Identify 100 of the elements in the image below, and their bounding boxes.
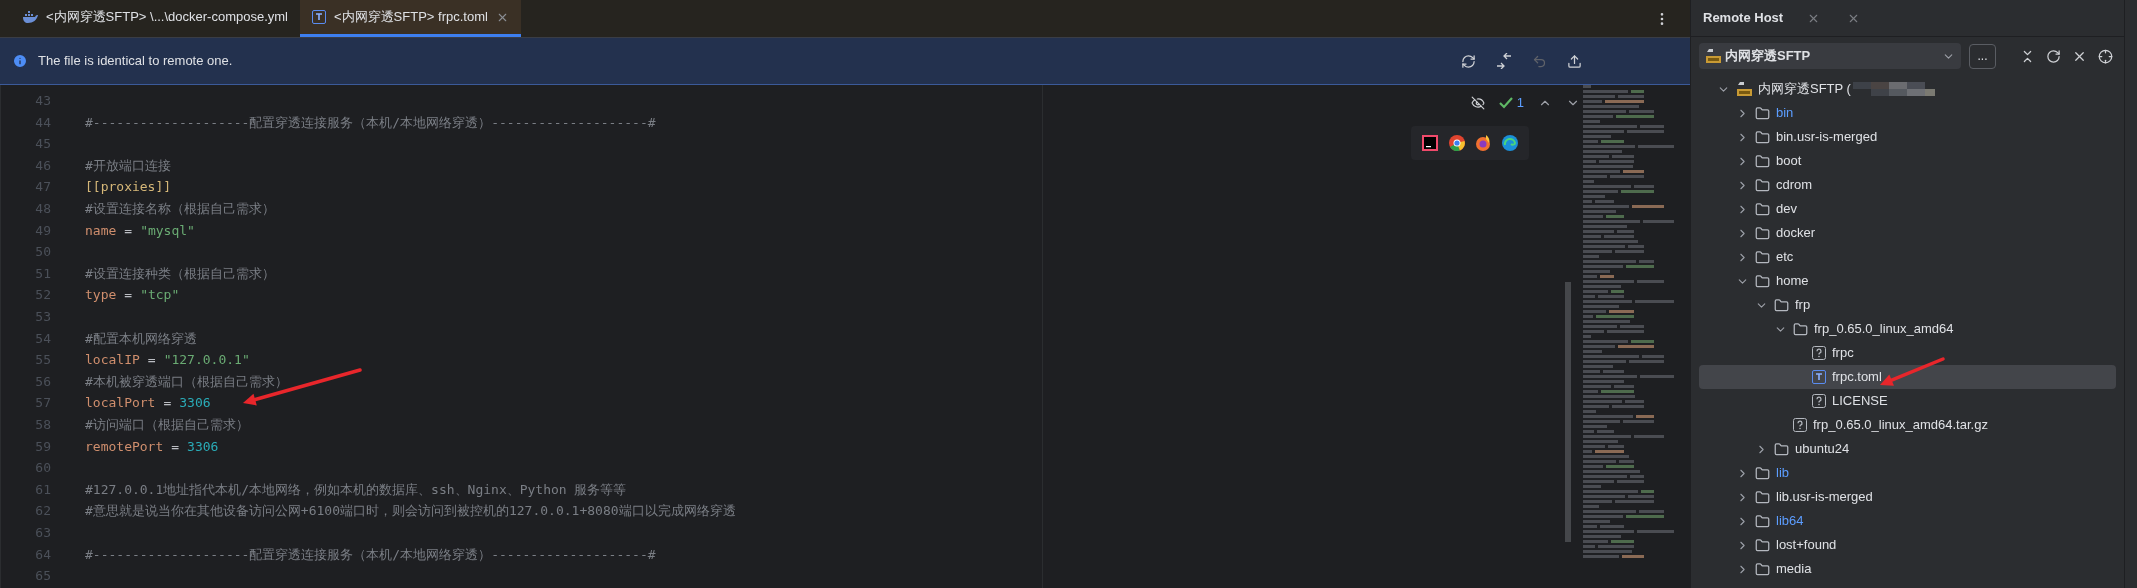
folder-icon [1755, 513, 1770, 529]
tree-row[interactable]: lib.usr-is-merged [1699, 485, 2116, 509]
folder-icon [1755, 249, 1770, 265]
folder-icon [1755, 225, 1770, 241]
tree-row[interactable]: frpc [1699, 341, 2116, 365]
refresh-icon[interactable] [2046, 48, 2061, 64]
tree-row[interactable]: frpc.toml [1699, 365, 2116, 389]
code-key: name [85, 220, 117, 241]
whale-icon [22, 10, 38, 24]
code-comment: #127.0.0.1地址指代本机/本地网络，例如本机的数据库、ssh、Nginx、Python 服务等等 [85, 480, 627, 499]
code-key: localIP [85, 350, 140, 370]
tree-row[interactable]: 内网穿透SFTP ( [1699, 77, 2116, 101]
tree-row[interactable]: LICENSE [1699, 389, 2116, 413]
code-operator: = [163, 394, 172, 413]
folder-icon [1755, 129, 1770, 145]
tree-row[interactable]: home [1699, 269, 2116, 293]
tree-item-label[interactable]: dev [1776, 199, 1797, 219]
check-icon[interactable] [1498, 96, 1513, 109]
folder-icon [1755, 465, 1770, 481]
tree-row[interactable]: ubuntu24 [1699, 437, 2116, 461]
folder-icon [1755, 153, 1770, 169]
tree-item-label[interactable]: lib.usr-is-merged [1776, 487, 1873, 507]
code-key: type [85, 285, 117, 305]
tree-item-label[interactable]: frp [1795, 295, 1811, 315]
code-comment: #开放端口连接 [85, 156, 171, 175]
code-section: [[proxies]] [85, 177, 172, 197]
server-dropdown[interactable]: 内网穿透SFTP [1699, 43, 1961, 69]
folder-icon [1755, 201, 1770, 217]
unknown-file-icon [1812, 394, 1826, 408]
tree-row[interactable]: lost+found [1699, 533, 2116, 557]
folder-icon [1755, 273, 1770, 289]
folder-icon [1774, 297, 1789, 313]
tree-row[interactable]: lib [1699, 461, 2116, 485]
tree-item-label[interactable]: 内网穿透SFTP ( [1758, 79, 1851, 99]
tree-item-label[interactable]: LICENSE [1832, 391, 1888, 411]
code-key: remotePort [85, 436, 164, 457]
code-operator: = [124, 286, 133, 305]
notification-text: The file is identical to remote one. [38, 52, 233, 71]
tree-row[interactable]: dev [1699, 197, 2116, 221]
code-comment: #--------------------配置穿透连接服务（本机/本地网络穿透）--------------------# [85, 545, 656, 564]
tree-item-label[interactable]: media [1776, 559, 1812, 579]
upload-icon[interactable] [1567, 53, 1582, 69]
more-button[interactable]: ... [1969, 43, 1996, 69]
eye-off-icon[interactable] [1470, 95, 1485, 110]
tree-item-label[interactable]: ubuntu24 [1795, 439, 1850, 459]
tree-item-label[interactable]: lib64 [1776, 511, 1804, 531]
tree-item-label[interactable]: frpc.toml [1832, 367, 1882, 387]
tree-row[interactable]: docker [1699, 221, 2116, 245]
tree-row[interactable]: boot [1699, 149, 2116, 173]
inspection-count: 1 [1516, 94, 1524, 112]
code-value: 3306 [187, 437, 219, 456]
code-comment: #--------------------配置穿透连接服务（本机/本地网络穿透）--------------------# [85, 113, 656, 132]
tree-row[interactable]: media [1699, 557, 2116, 581]
tree-item-label[interactable]: etc [1776, 247, 1794, 267]
text-file-icon [312, 10, 326, 24]
refresh-icon[interactable] [1461, 53, 1476, 69]
code-comment: #设置连接名称（根据自己需求） [85, 200, 275, 218]
tree-item-label[interactable]: lost+found [1776, 535, 1837, 555]
tree-item-label[interactable]: docker [1776, 223, 1816, 243]
locate-icon[interactable] [2098, 48, 2113, 64]
panel-title: Remote Host [1703, 9, 1784, 28]
tree-item-label[interactable]: home [1776, 271, 1809, 291]
code-key: localPort [85, 393, 156, 413]
tree-row[interactable]: bin.usr-is-merged [1699, 125, 2116, 149]
code-value: "tcp" [140, 286, 180, 305]
tree-row[interactable]: lib64 [1699, 509, 2116, 533]
tree-row[interactable]: frp_0.65.0_linux_amd64 [1699, 317, 2116, 341]
tree-row[interactable]: etc [1699, 245, 2116, 269]
code-comment: #访问端口（根据自己需求） [85, 415, 249, 434]
tree-row[interactable]: frp_0.65.0_linux_amd64.tar.gz [1699, 413, 2116, 437]
wave-browser-icon[interactable] [1501, 135, 1518, 151]
code-operator: = [171, 437, 180, 456]
tree-item-label[interactable]: bin [1776, 103, 1794, 123]
info-icon [12, 53, 28, 69]
sftp-server-icon [1705, 48, 1721, 64]
tree-row[interactable]: bin [1699, 101, 2116, 125]
unknown-file-icon [1812, 346, 1826, 360]
tree-row[interactable]: frp [1699, 293, 2116, 317]
code-operator: = [147, 351, 156, 370]
code-comment: #本机被穿透端口（根据自己需求） [85, 372, 288, 391]
code-comment: #配置本机网络穿透 [85, 329, 197, 348]
ide-icon[interactable] [1422, 135, 1439, 151]
tree-row[interactable]: cdrom [1699, 173, 2116, 197]
tree-item-label[interactable]: frpc [1832, 343, 1854, 363]
browser-icon[interactable] [1448, 135, 1465, 151]
tree-item-label[interactable]: lib [1776, 463, 1789, 483]
editor-tab[interactable]: <内网穿透SFTP> frpc.toml [300, 0, 521, 37]
compare-arrows-icon[interactable] [1496, 53, 1512, 69]
editor-tab[interactable]: <内网穿透SFTP> \...\docker-compose.yml [10, 0, 300, 37]
code-value: 3306 [179, 394, 211, 413]
folder-icon [1755, 537, 1770, 553]
tree-item-label[interactable]: boot [1776, 151, 1802, 171]
tree-item-label[interactable]: bin.usr-is-merged [1776, 127, 1878, 147]
tree-item-label[interactable]: frp_0.65.0_linux_amd64 [1814, 319, 1954, 339]
code-comment: #设置连接种类（根据自己需求） [85, 264, 275, 283]
tree-item-label[interactable]: cdrom [1776, 175, 1813, 195]
unknown-file-icon [1793, 418, 1807, 432]
folder-icon [1755, 489, 1770, 505]
fox-browser-icon[interactable] [1475, 135, 1492, 151]
tree-item-label[interactable]: frp_0.65.0_linux_amd64.tar.gz [1813, 415, 1988, 435]
